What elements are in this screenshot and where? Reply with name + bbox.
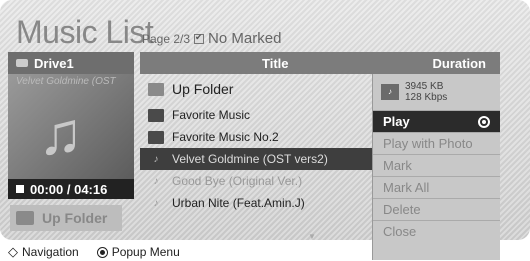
list-item-label: Favorite Music No.2 [172,130,279,144]
menu-item-label: Delete [383,202,421,217]
list-item[interactable]: Favorite Music No.2 [140,126,390,148]
list-item-label: Velvet Goldmine (OST vers2) [172,152,328,166]
music-file-icon: ♪ [153,153,159,165]
folder-icon [148,108,164,122]
list-item-label: Up Folder [172,81,234,97]
list-item-label: Good Bye (Original Ver.) [172,174,303,188]
list-header: Title Duration [140,52,500,74]
page-title: Music List [16,14,154,50]
column-title: Title [262,56,289,71]
drive-header: Drive1 [8,52,134,74]
stop-icon [16,185,24,193]
popup-menu-hint: Popup Menu [96,245,180,259]
scroll-down-arrow-icon[interactable]: ▼ [308,232,316,240]
navigation-hint-label: Navigation [22,245,79,259]
menu-item-label: Play [383,114,410,129]
menu-item-close[interactable]: Close [373,220,500,242]
marked-checkbox-icon [194,32,205,44]
folder-up-icon [16,211,34,225]
folder-icon [148,130,164,144]
menu-item-delete[interactable]: Delete [373,198,500,220]
file-info: ♪ 3945 KB 128 Kbps [373,74,500,110]
music-file-icon: ♪ [153,197,159,209]
menu-item-play[interactable]: Play [373,110,500,132]
column-duration: Duration [432,56,486,71]
file-info-text: 3945 KB 128 Kbps [405,81,447,104]
popup-menu-hint-label: Popup Menu [111,245,180,259]
list-item-label: Favorite Music [172,108,251,122]
album-thumbnail: Velvet Goldmine (OST ♫ [8,74,134,179]
menu-item-label: Close [383,224,417,239]
usb-drive-icon [16,59,28,67]
menu-item-play-with-photo[interactable]: Play with Photo [373,132,500,154]
up-folder-button[interactable]: Up Folder [10,205,122,231]
up-folder-label: Up Folder [42,210,108,226]
selected-indicator-icon [478,116,490,128]
footer-hints: ◇ Navigation Popup Menu [8,244,180,260]
menu-item-mark[interactable]: Mark [373,154,500,176]
playback-time: 00:00 / 04:16 [30,181,108,197]
menu-item-label: Play with Photo [383,136,473,151]
drive-label: Drive1 [34,55,74,71]
playback-time-bar: 00:00 / 04:16 [8,179,134,199]
list-item[interactable]: ♪ Good Bye (Original Ver.) [140,170,390,192]
marked-status: No Marked [208,30,282,47]
list-item[interactable]: Up Folder [140,74,390,104]
ok-button-icon [96,246,108,258]
list-item-selected[interactable]: ♪ Velvet Goldmine (OST vers2) [140,148,390,170]
thumbnail-track-title: Velvet Goldmine (OST [16,76,116,87]
navigation-arrows-icon: ◇ [8,244,18,259]
music-list: Up Folder Favorite Music Favorite Music … [140,74,390,214]
list-item[interactable]: ♪ Urban Nite (Feat.Amin.J) [140,192,390,214]
file-info-icon: ♪ [381,84,399,100]
file-bitrate: 128 Kbps [405,92,448,103]
file-size: 3945 KB [405,80,444,92]
page-number: Page 2/3 [142,31,191,46]
menu-item-mark-all[interactable]: Mark All [373,176,500,198]
page-indicator: Page 2/3 No Marked [142,30,281,47]
navigation-hint: ◇ Navigation [8,244,79,260]
music-file-icon: ♪ [153,175,159,187]
folder-icon [148,82,164,96]
list-item-label: Urban Nite (Feat.Amin.J) [172,196,305,210]
music-note-icon: ♫ [38,100,83,167]
list-item[interactable]: Favorite Music [140,104,390,126]
menu-item-label: Mark [383,158,412,173]
popup-menu: ♪ 3945 KB 128 Kbps Play Play with Photo … [372,74,500,260]
menu-item-label: Mark All [383,180,430,195]
